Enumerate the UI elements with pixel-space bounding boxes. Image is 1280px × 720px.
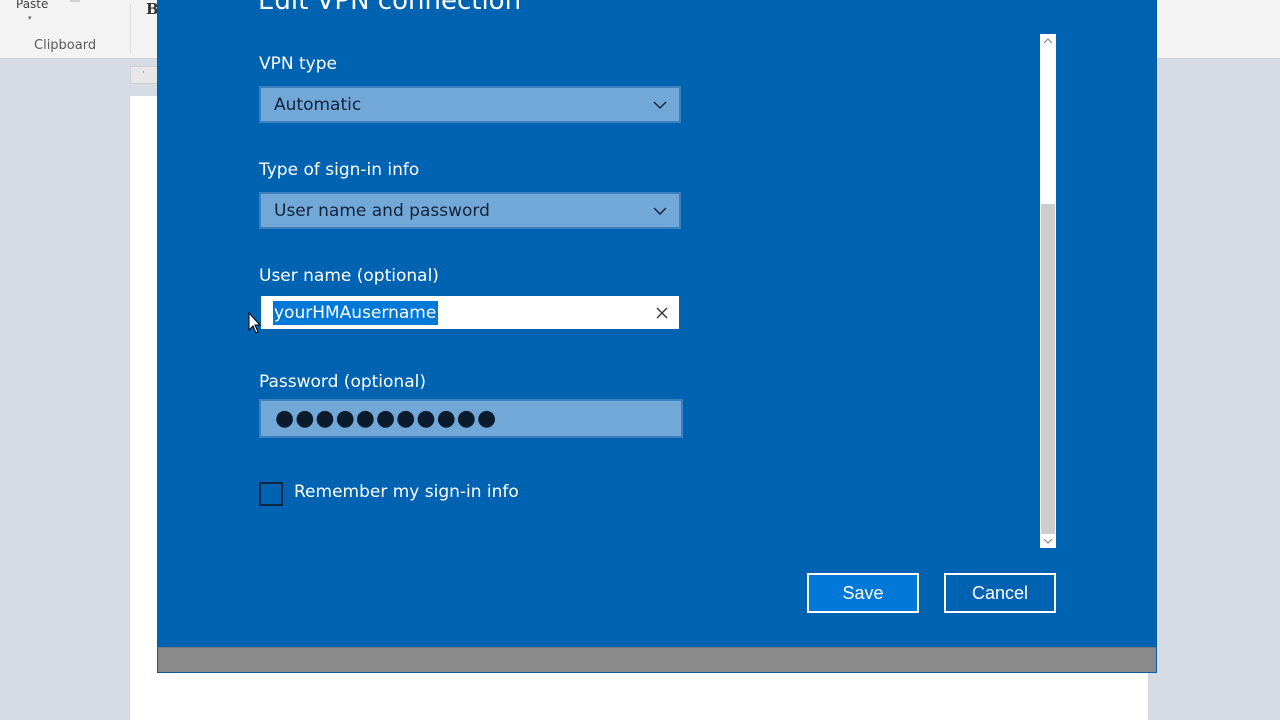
ruler-marker-icon: · (142, 68, 145, 78)
remember-label[interactable]: Remember my sign-in info (294, 482, 519, 502)
scroll-thumb[interactable] (1041, 204, 1055, 534)
scroll-up-icon[interactable] (1040, 34, 1056, 48)
clear-icon[interactable] (655, 306, 669, 320)
password-label: Password (optional) (259, 372, 426, 392)
dialog-footer-bar (158, 647, 1156, 672)
dialog-scrollbar[interactable] (1040, 34, 1056, 548)
chevron-down-icon (653, 207, 667, 215)
ribbon-small-icon (70, 0, 80, 2)
vpn-type-label: VPN type (259, 54, 337, 74)
save-button[interactable]: Save (807, 573, 919, 613)
signin-type-label: Type of sign-in info (259, 160, 420, 180)
username-input[interactable]: yourHMAusername (259, 294, 681, 331)
username-label: User name (optional) (259, 266, 439, 286)
username-value: yourHMAusername (273, 301, 439, 325)
remember-checkbox[interactable] (259, 482, 283, 506)
password-value: ●●●●●●●●●●● (275, 406, 498, 431)
bold-button[interactable]: B (146, 0, 159, 18)
clipboard-group-label: Clipboard (34, 38, 97, 53)
dialog-title: Edit VPN connection (258, 0, 522, 16)
password-input[interactable]: ●●●●●●●●●●● (259, 399, 683, 438)
cancel-button[interactable]: Cancel (944, 573, 1056, 613)
scroll-down-icon[interactable] (1040, 534, 1056, 548)
ribbon-divider (130, 4, 131, 54)
signin-type-select[interactable]: User name and password (259, 192, 681, 229)
chevron-down-icon (653, 101, 667, 109)
paste-button[interactable]: Paste (16, 0, 48, 11)
signin-type-value: User name and password (274, 201, 490, 221)
paste-dropdown-icon[interactable]: ▾ (28, 14, 32, 22)
edit-vpn-dialog: Edit VPN connection VPN type Automatic T… (158, 0, 1156, 672)
vpn-type-value: Automatic (274, 95, 362, 115)
vpn-type-select[interactable]: Automatic (259, 86, 681, 123)
